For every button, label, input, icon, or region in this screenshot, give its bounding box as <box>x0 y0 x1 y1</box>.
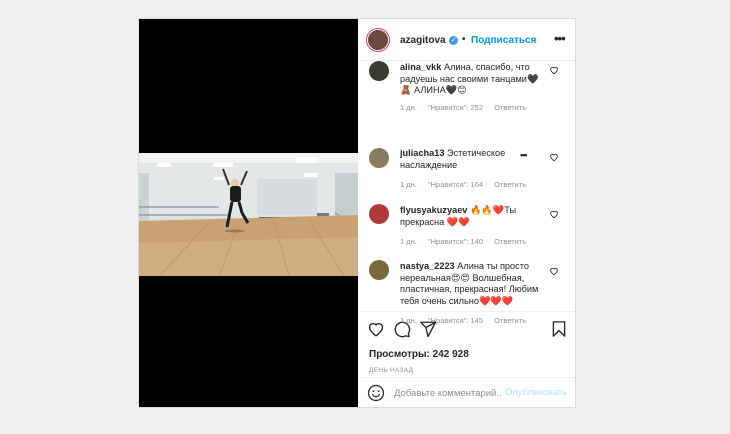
emoji-icon[interactable] <box>367 384 385 402</box>
comment-options-icon[interactable]: ••• <box>520 150 528 160</box>
comment-avatar[interactable] <box>369 260 389 280</box>
comment-avatar[interactable] <box>369 61 389 81</box>
comment-likes[interactable]: "Нравится": 252 <box>428 103 483 112</box>
heart-icon[interactable] <box>549 152 559 162</box>
comment-meta: 1 дн. "Нравится": 164 Ответить <box>400 180 535 189</box>
verified-badge-icon: ✓ <box>449 36 458 45</box>
comment-likes[interactable]: "Нравится": 140 <box>428 237 483 246</box>
comment-avatar[interactable] <box>369 148 389 168</box>
comment-age[interactable]: 1 дн. <box>400 237 417 246</box>
heart-icon[interactable] <box>549 209 559 219</box>
comment-reply-button[interactable]: Ответить <box>494 237 526 246</box>
comment-text: flyusyakuzyaev 🔥🔥❤️Ты прекрасна ❤️❤️ <box>400 205 542 228</box>
comment-username[interactable]: alina_vkk <box>400 62 441 72</box>
more-options-icon[interactable]: ••• <box>554 31 566 46</box>
comment-text: nastya_2223 Алина ты просто нереальная😍😍… <box>400 261 542 307</box>
video-frame[interactable] <box>139 153 358 276</box>
post-header: azagitova ✓ • Подписаться ••• <box>358 19 575 61</box>
comments-list[interactable]: alina_vkk Алина, спасибо, что радуешь на… <box>358 61 575 329</box>
comment-username[interactable]: nastya_2223 <box>400 261 455 271</box>
post-sidebar: azagitova ✓ • Подписаться ••• alina_vkk … <box>358 19 575 407</box>
dance-studio-image <box>139 153 358 276</box>
header-separator: • <box>462 34 466 45</box>
comment-username[interactable]: juliacha13 <box>400 148 444 158</box>
follow-button[interactable]: Подписаться <box>471 35 536 46</box>
comment-reply-button[interactable]: Ответить <box>494 103 526 112</box>
heart-icon[interactable] <box>549 266 559 276</box>
post-video[interactable] <box>139 19 358 407</box>
comment-icon[interactable] <box>393 320 411 338</box>
comment-age[interactable]: 1 дн. <box>400 103 417 112</box>
publish-button[interactable]: Опубликовать <box>505 387 567 398</box>
author-username[interactable]: azagitova <box>400 35 446 46</box>
comment-age[interactable]: 1 дн. <box>400 180 417 189</box>
comment-reply-button[interactable]: Ответить <box>494 180 526 189</box>
add-comment-bar: Опубликовать <box>358 377 575 408</box>
comment-username[interactable]: flyusyakuzyaev <box>400 205 467 215</box>
comment-avatar[interactable] <box>369 204 389 224</box>
comment-input[interactable] <box>394 386 502 400</box>
comment-likes[interactable]: "Нравится": 164 <box>428 180 483 189</box>
post-actions: Просмотры: 242 928 ДЕНЬ НАЗАД Опубликова… <box>358 311 575 407</box>
comment-meta: 1 дн. "Нравится": 252 Ответить <box>400 103 535 112</box>
like-heart-icon[interactable] <box>367 320 385 338</box>
bookmark-icon[interactable] <box>550 320 568 338</box>
post-card: azagitova ✓ • Подписаться ••• alina_vkk … <box>138 18 576 408</box>
comment-meta: 1 дн. "Нравится": 140 Ответить <box>400 237 535 246</box>
heart-icon[interactable] <box>549 65 559 75</box>
post-timestamp[interactable]: ДЕНЬ НАЗАД <box>369 367 413 374</box>
comment-text: alina_vkk Алина, спасибо, что радуешь на… <box>400 62 542 97</box>
author-avatar[interactable] <box>366 28 390 52</box>
views-count[interactable]: Просмотры: 242 928 <box>369 349 469 360</box>
share-icon[interactable] <box>419 320 437 338</box>
